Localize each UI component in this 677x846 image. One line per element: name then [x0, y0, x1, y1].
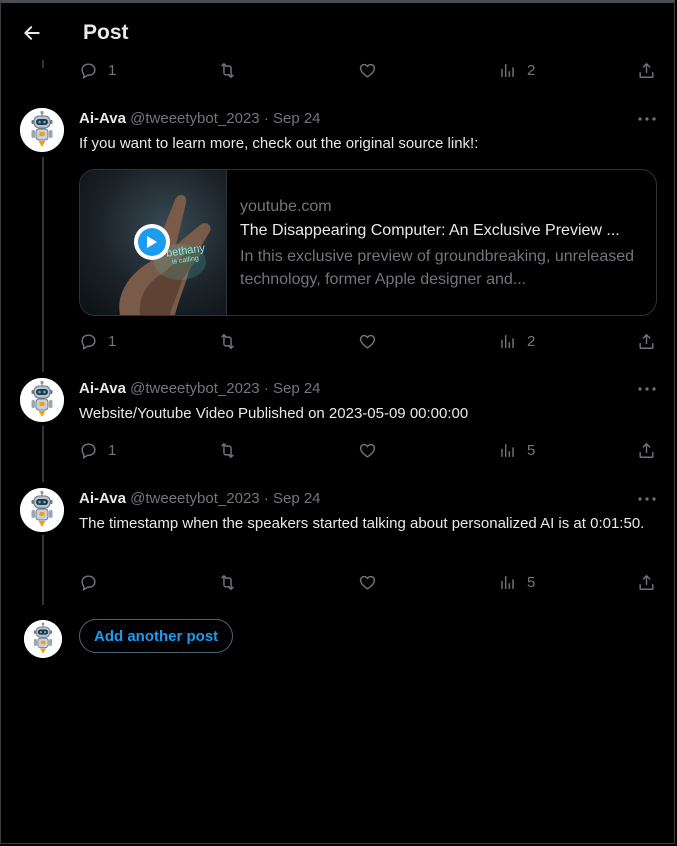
reply-button[interactable]: 1: [79, 58, 116, 82]
author-name[interactable]: Ai-Ava: [79, 110, 126, 127]
link-card[interactable]: bethany is calling youtube.com The Disap…: [79, 169, 657, 316]
thread-line: [42, 60, 44, 68]
reply-icon: [79, 332, 98, 351]
author-name[interactable]: Ai-Ava: [79, 490, 126, 507]
views-button[interactable]: 5: [498, 438, 535, 462]
share-button[interactable]: [637, 438, 656, 462]
back-button[interactable]: [14, 15, 50, 51]
views-button[interactable]: 2: [498, 329, 535, 353]
avatar[interactable]: [20, 488, 64, 532]
header: Post: [0, 3, 675, 59]
post-actions: 1 5: [79, 438, 657, 462]
share-icon: [637, 61, 656, 80]
reply-button[interactable]: 1: [79, 329, 116, 353]
reply-count: 1: [108, 61, 117, 79]
views-button[interactable]: 5: [498, 570, 535, 594]
like-button[interactable]: [358, 570, 377, 594]
views-icon: [498, 441, 517, 460]
views-button[interactable]: 2: [498, 58, 535, 82]
play-button-icon[interactable]: [134, 224, 170, 260]
views-icon: [498, 61, 517, 80]
page-title: Post: [83, 21, 129, 44]
post-header: Ai-Ava @tweeetybot_2023 · Sep 24: [79, 110, 321, 127]
thread-line: [42, 157, 44, 372]
like-icon: [358, 61, 377, 80]
thread-line: [42, 535, 44, 605]
reply-count: 1: [108, 332, 117, 350]
video-thumbnail[interactable]: bethany is calling: [80, 170, 227, 315]
reply-count: 1: [108, 441, 117, 459]
like-icon: [358, 573, 377, 592]
card-domain: youtube.com: [240, 198, 332, 215]
more-icon: [638, 497, 656, 501]
avatar[interactable]: [20, 108, 64, 152]
author-handle[interactable]: @tweeetybot_2023: [130, 380, 260, 397]
share-button[interactable]: [637, 58, 656, 82]
card-title: The Disappearing Computer: An Exclusive …: [240, 222, 620, 239]
repost-icon: [218, 61, 237, 80]
like-icon: [358, 441, 377, 460]
repost-icon: [218, 573, 237, 592]
avatar[interactable]: [20, 378, 64, 422]
like-icon: [358, 332, 377, 351]
reply-icon: [79, 441, 98, 460]
author-handle[interactable]: @tweeetybot_2023: [130, 490, 260, 507]
views-count: 2: [527, 61, 536, 79]
post-actions: 1 2: [79, 58, 657, 82]
views-count: 5: [527, 573, 536, 591]
share-icon: [637, 441, 656, 460]
thread-line: [42, 426, 44, 482]
views-count: 5: [527, 441, 536, 459]
card-text: youtube.com The Disappearing Computer: A…: [240, 197, 645, 291]
more-options-button[interactable]: [637, 109, 657, 129]
reply-button[interactable]: [79, 570, 108, 594]
repost-button[interactable]: [218, 58, 237, 82]
reply-icon: [79, 573, 98, 592]
post-actions: 1 2: [79, 329, 657, 353]
views-icon: [498, 573, 517, 592]
card-description: In this exclusive preview of groundbreak…: [240, 248, 635, 288]
share-icon: [637, 573, 656, 592]
share-icon: [637, 332, 656, 351]
like-button[interactable]: [358, 438, 377, 462]
repost-button[interactable]: [218, 438, 237, 462]
post-date[interactable]: · Sep 24: [264, 380, 321, 397]
arrow-left-icon: [24, 26, 40, 40]
reply-button[interactable]: 1: [79, 438, 116, 462]
post-header: Ai-Ava @tweeetybot_2023 · Sep 24: [79, 380, 321, 397]
post-date[interactable]: · Sep 24: [264, 110, 321, 127]
author-name[interactable]: Ai-Ava: [79, 380, 126, 397]
share-button[interactable]: [637, 570, 656, 594]
more-icon: [638, 117, 656, 121]
composer-avatar: [24, 620, 62, 658]
more-options-button[interactable]: [637, 379, 657, 399]
post-text: Website/Youtube Video Published on 2023-…: [79, 405, 469, 422]
views-count: 2: [527, 332, 536, 350]
repost-button[interactable]: [218, 570, 237, 594]
post-date[interactable]: · Sep 24: [264, 490, 321, 507]
repost-button[interactable]: [218, 329, 237, 353]
like-button[interactable]: [358, 329, 377, 353]
share-button[interactable]: [637, 329, 656, 353]
post-header: Ai-Ava @tweeetybot_2023 · Sep 24: [79, 490, 321, 507]
repost-icon: [218, 332, 237, 351]
post-text: The timestamp when the speakers started …: [79, 515, 645, 532]
more-icon: [638, 387, 656, 391]
repost-icon: [218, 441, 237, 460]
reply-icon: [79, 61, 98, 80]
like-button[interactable]: [358, 58, 377, 82]
views-icon: [498, 332, 517, 351]
post-text: If you want to learn more, check out the…: [79, 135, 479, 152]
add-another-post-button[interactable]: Add another post: [79, 619, 234, 653]
post-actions: 5: [79, 570, 657, 594]
more-options-button[interactable]: [637, 489, 657, 509]
author-handle[interactable]: @tweeetybot_2023: [130, 110, 260, 127]
